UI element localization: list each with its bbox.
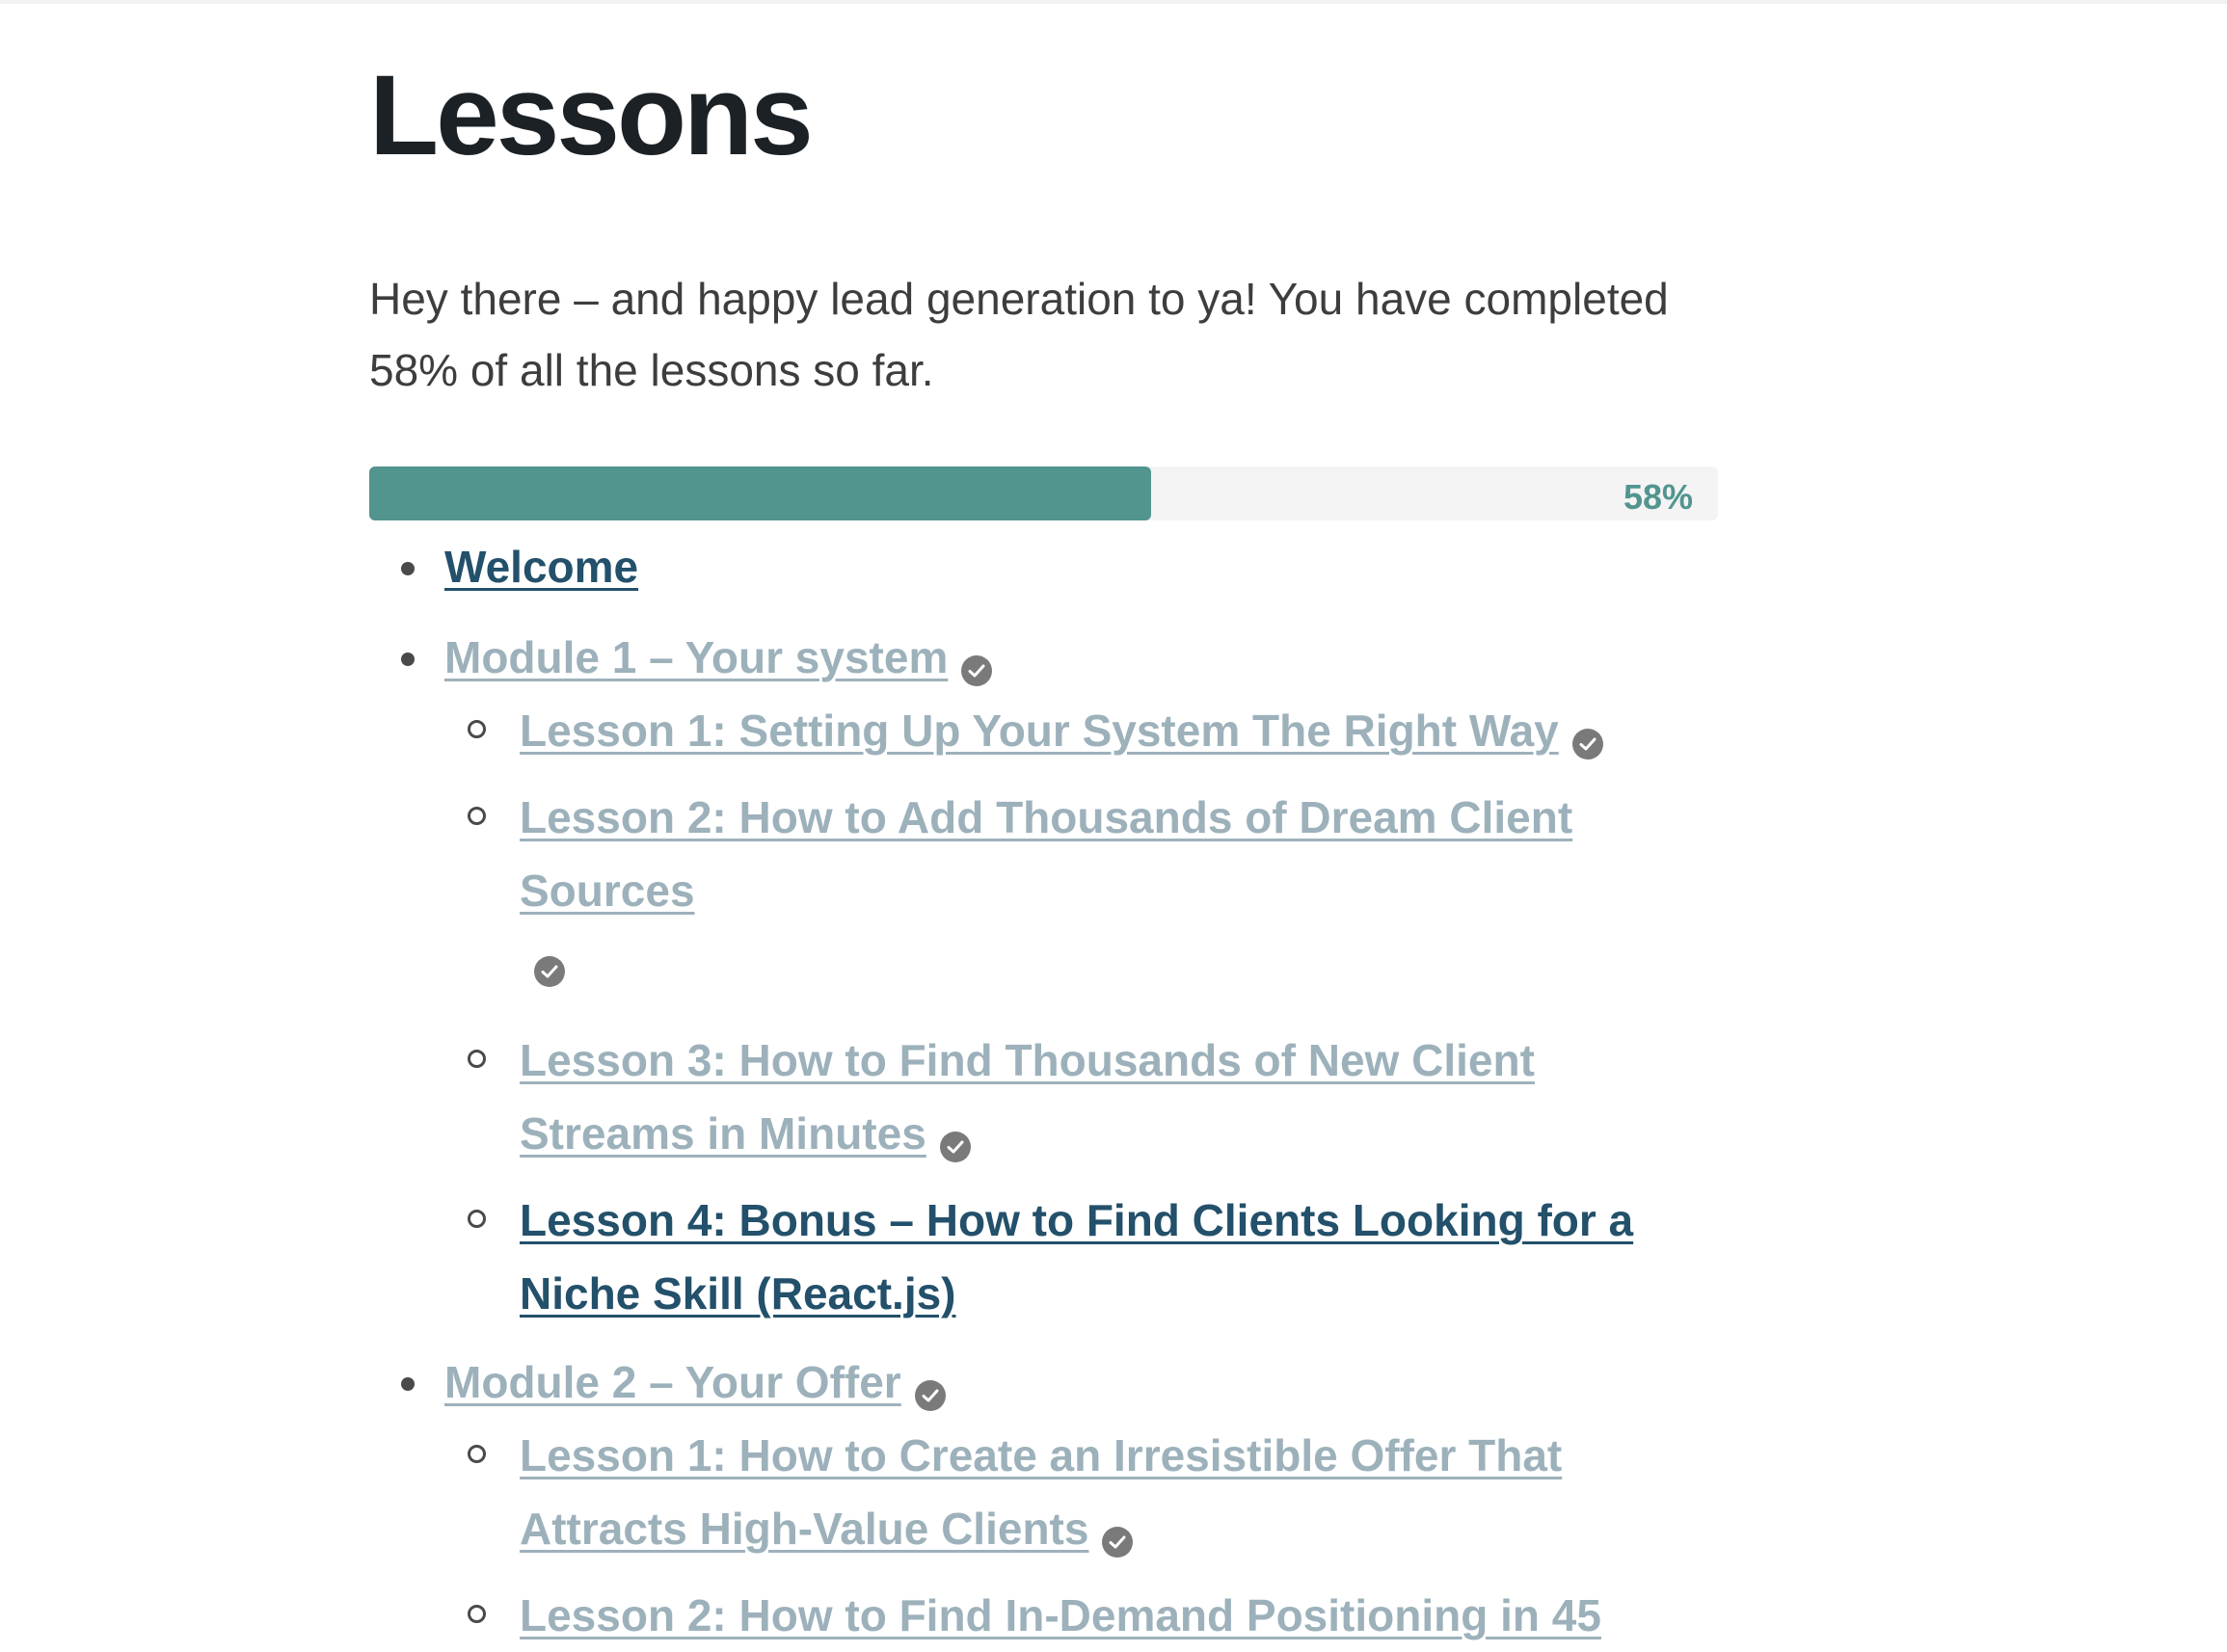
lesson-link-m2-l1[interactable]: Lesson 1: How to Create an Irresistible … xyxy=(520,1430,1562,1554)
lesson-item: Lesson 1: How to Create an Irresistible … xyxy=(444,1419,1719,1565)
lesson-item: Lesson 1: Setting Up Your System The Rig… xyxy=(444,694,1719,767)
lesson-check-row xyxy=(520,927,1719,1010)
module-link-module-2[interactable]: Module 2 – Your Offer xyxy=(444,1357,901,1407)
module-item-welcome: Welcome xyxy=(369,530,1719,603)
module-item-module-2: Module 2 – Your Offer Lesson 1: How to C… xyxy=(369,1346,1719,1652)
progress-intro-text: Hey there – and happy lead generation to… xyxy=(369,274,1669,395)
lesson-link-m1-l1[interactable]: Lesson 1: Setting Up Your System The Rig… xyxy=(520,706,1559,756)
lesson-item: Lesson 3: How to Find Thousands of New C… xyxy=(444,1024,1719,1170)
lesson-link-m1-l4[interactable]: Lesson 4: Bonus – How to Find Clients Lo… xyxy=(520,1195,1633,1319)
check-circle-icon xyxy=(1571,729,1603,759)
module-link-module-1[interactable]: Module 1 – Your system xyxy=(444,632,948,682)
check-circle-icon xyxy=(534,956,565,987)
module-link-welcome[interactable]: Welcome xyxy=(444,542,638,592)
progress-percent-label: 58% xyxy=(1623,477,1693,517)
top-divider xyxy=(0,0,2227,4)
check-circle-icon xyxy=(1102,1527,1134,1558)
module-item-module-1: Module 1 – Your system Lesson 1: Setting… xyxy=(369,621,1719,1330)
lesson-item: Lesson 2: How to Find In-Demand Position… xyxy=(444,1579,1719,1652)
check-circle-icon xyxy=(914,1380,946,1411)
module-1-lesson-list: Lesson 1: Setting Up Your System The Rig… xyxy=(444,694,1719,1330)
lessons-content: Lessons Hey there – and happy lead gener… xyxy=(369,39,1719,1652)
module-list: Welcome Module 1 – Your system Lesson 1:… xyxy=(369,530,1719,1652)
progress-bar-fill xyxy=(369,466,1152,520)
check-circle-icon xyxy=(939,1132,971,1162)
lesson-item: Lesson 2: How to Add Thousands of Dream … xyxy=(444,781,1719,1010)
lesson-item: Lesson 4: Bonus – How to Find Clients Lo… xyxy=(444,1184,1719,1330)
progress-bar: 58% xyxy=(369,466,1718,520)
module-2-lesson-list: Lesson 1: How to Create an Irresistible … xyxy=(444,1419,1719,1652)
check-circle-icon xyxy=(961,655,993,686)
lesson-link-m1-l3[interactable]: Lesson 3: How to Find Thousands of New C… xyxy=(520,1035,1535,1159)
page-title: Lessons xyxy=(369,52,814,179)
lesson-link-m2-l2[interactable]: Lesson 2: How to Find In-Demand Position… xyxy=(520,1590,1601,1640)
lesson-link-m1-l2[interactable]: Lesson 2: How to Add Thousands of Dream … xyxy=(520,792,1572,916)
